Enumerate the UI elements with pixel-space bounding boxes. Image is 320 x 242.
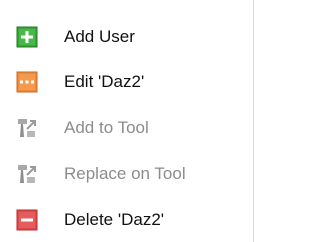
context-menu: Add User Edit 'Daz2' Add to Tool Replace… [0,0,254,242]
menu-item-delete[interactable]: Delete 'Daz2' [0,197,246,242]
menu-item-add-to-tool[interactable]: Add to Tool [0,105,246,151]
menu-item-label: Replace on Tool [64,164,186,183]
plus-icon [16,26,38,48]
minus-icon [16,209,38,231]
menu-item-label: Edit 'Daz2' [64,72,145,91]
menu-item-label: Add to Tool [64,118,149,137]
tool-replace-icon [18,165,36,183]
menu-item-edit[interactable]: Edit 'Daz2' [0,59,246,105]
menu-item-add-user[interactable]: Add User [0,14,246,60]
menu-item-replace-on-tool[interactable]: Replace on Tool [0,151,246,197]
menu-item-label: Delete 'Daz2' [64,210,165,229]
tool-icon [18,119,36,137]
edit-icon [16,71,38,93]
menu-item-label: Add User [64,27,135,46]
